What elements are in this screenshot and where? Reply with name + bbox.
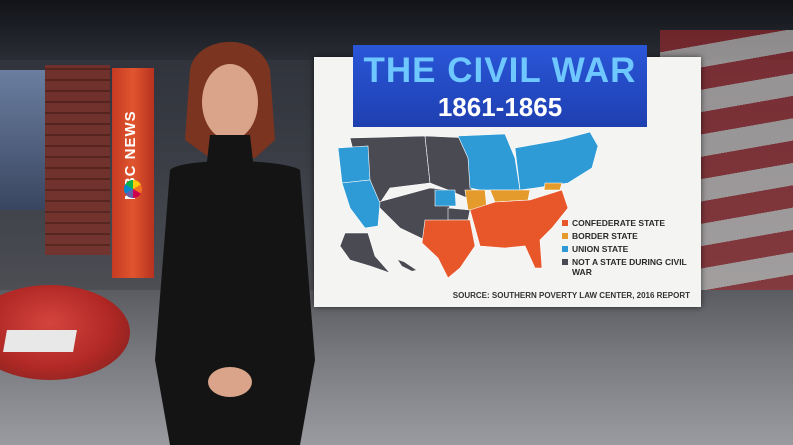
anchor-body — [155, 161, 315, 445]
legend-label: CONFEDERATE STATE — [572, 218, 666, 228]
legend-swatch — [562, 246, 568, 252]
legend-item-union: UNION STATE — [562, 244, 694, 254]
map-territory-hawaii — [398, 260, 416, 271]
map-confederate-texas — [421, 219, 476, 279]
map-border-maryland — [543, 182, 563, 191]
studio-window — [0, 70, 45, 210]
anchor-face — [202, 64, 258, 140]
map-union-northeast — [514, 131, 599, 191]
legend-label: BORDER STATE — [572, 231, 638, 241]
studio-scene: NBC NEWS THE CIVIL WAR 1861-1865 CONFEDE… — [0, 0, 793, 445]
map-union-kansas-nevada — [434, 189, 457, 207]
map-union-oregon — [337, 145, 371, 184]
legend-label: UNION STATE — [572, 244, 629, 254]
desk-papers — [3, 330, 77, 352]
anchor-hands — [208, 367, 252, 397]
legend-label: NOT A STATE DURING CIVIL WAR — [572, 257, 687, 277]
nbc-peacock-icon — [124, 180, 142, 198]
graphic-source: SOURCE: SOUTHERN POVERTY LAW CENTER, 201… — [452, 291, 690, 300]
legend-item-confederate: CONFEDERATE STATE — [562, 218, 694, 228]
map-territory-alaska — [339, 232, 391, 274]
title-banner: THE CIVIL WAR 1861-1865 — [353, 45, 647, 127]
legend-swatch — [562, 233, 568, 239]
map-legend: CONFEDERATE STATE BORDER STATE UNION STA… — [562, 218, 694, 280]
map-territory-oklahoma — [447, 207, 471, 221]
graphic-years: 1861-1865 — [437, 92, 563, 122]
brick-wall — [45, 65, 110, 255]
legend-item-territory: NOT A STATE DURING CIVIL WAR — [562, 257, 694, 277]
legend-swatch — [562, 259, 568, 265]
legend-swatch — [562, 220, 568, 226]
news-anchor — [155, 41, 315, 445]
graphic-title: THE CIVIL WAR — [363, 51, 637, 90]
legend-item-border: BORDER STATE — [562, 231, 694, 241]
